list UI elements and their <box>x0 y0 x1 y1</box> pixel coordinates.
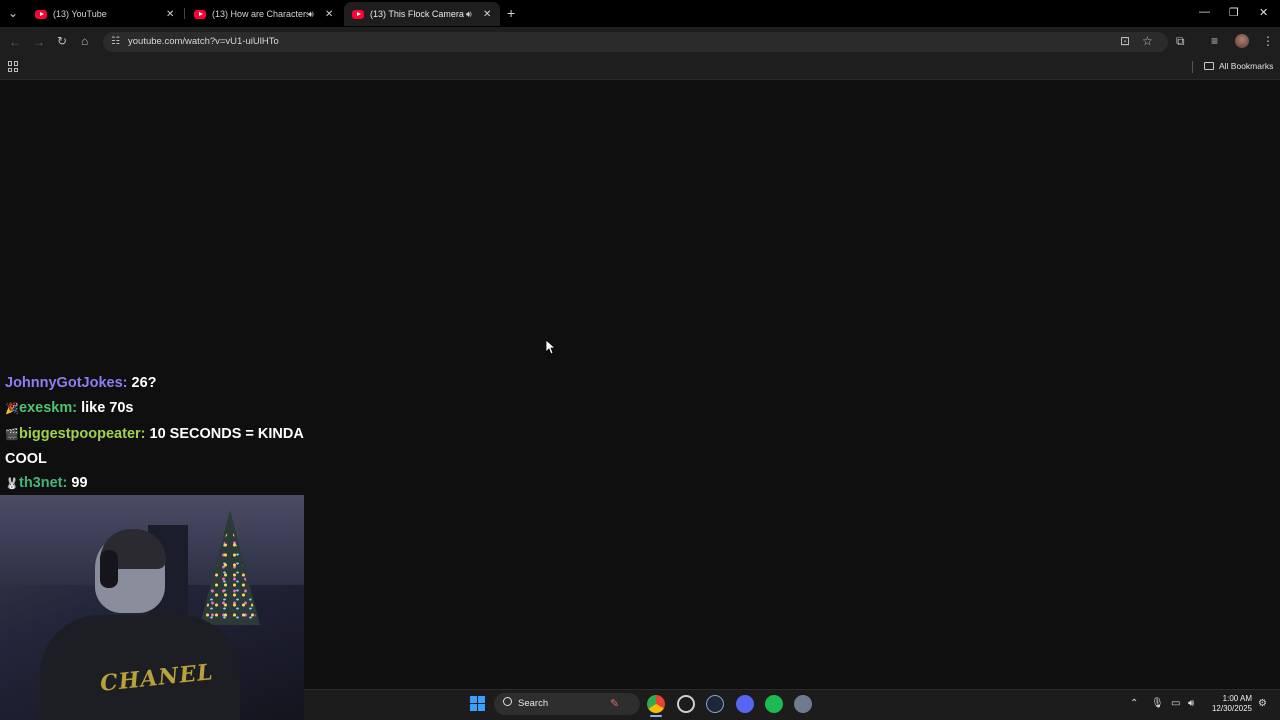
headset-icon <box>100 550 118 588</box>
search-highlight-icon: ✎ <box>610 698 620 710</box>
all-bookmarks-link[interactable]: All Bookmarks <box>1219 61 1273 71</box>
bunny-badge-icon: 🐰 <box>5 478 19 490</box>
snipping-tool-icon[interactable] <box>677 695 695 713</box>
youtube-icon <box>35 9 47 19</box>
minimize-icon[interactable]: — <box>1199 6 1210 18</box>
mouse-cursor-icon <box>546 340 556 355</box>
youtube-icon <box>352 9 364 19</box>
media-control-icon[interactable]: ≡ <box>1211 34 1218 48</box>
party-badge-icon: 🎉 <box>5 403 19 415</box>
close-tab-icon[interactable]: ✕ <box>483 9 491 20</box>
chat-username: th3net: <box>19 475 68 491</box>
tab-characters[interactable]: (13) How are Characters An 🔊︎ ✕ <box>186 2 342 26</box>
tab-divider <box>184 8 185 19</box>
chat-message: 🎉exeskm: like 70s <box>5 396 305 422</box>
install-app-icon[interactable]: ⊡ <box>1120 34 1130 48</box>
tab-youtube[interactable]: (13) YouTube ✕ <box>27 2 183 26</box>
tab-title: (13) YouTube <box>53 9 107 19</box>
speaker-icon[interactable]: 🔊︎ <box>466 9 472 20</box>
chrome-icon[interactable] <box>647 695 665 713</box>
discord-icon[interactable] <box>736 695 754 713</box>
menu-kebab-icon[interactable]: ⋮ <box>1262 34 1274 48</box>
bookmarks-bar <box>0 56 1280 80</box>
clock-time: 1:00 AM <box>1222 694 1252 703</box>
search-icon <box>503 697 512 706</box>
clapper-badge-icon: 🎬 <box>5 429 19 441</box>
chat-username: JohnnyGotJokes: <box>5 375 128 391</box>
back-icon[interactable]: ← <box>9 35 21 49</box>
network-icon[interactable]: ▭ <box>1171 698 1180 709</box>
bookmarks-divider <box>1192 61 1193 73</box>
volume-icon[interactable]: 🔊︎ <box>1188 698 1194 709</box>
close-tab-icon[interactable]: ✕ <box>166 9 174 20</box>
restore-icon[interactable]: ❐ <box>1229 6 1239 19</box>
home-icon[interactable]: ⌂ <box>81 34 88 48</box>
webcam-feed: CHANEL <box>0 495 304 720</box>
folder-icon <box>1204 62 1214 70</box>
close-window-icon[interactable]: ✕ <box>1259 6 1268 19</box>
active-app-indicator <box>650 715 662 717</box>
chat-username: biggestpoopeater: <box>19 426 146 442</box>
tab-title: (13) This Flock Camera Leak <box>370 9 466 19</box>
system-clock[interactable]: 1:00 AM 12/30/2025 <box>1206 694 1252 714</box>
settings-icon[interactable] <box>794 695 812 713</box>
profile-avatar[interactable] <box>1235 34 1249 48</box>
taskbar-search-label: Search <box>518 698 549 709</box>
site-info-icon[interactable]: ☷ <box>111 36 120 47</box>
tab-strip: ⌄ (13) YouTube ✕ (13) How are Characters… <box>0 0 1280 27</box>
chat-text: like 70s <box>81 400 134 416</box>
chat-message: 🎬biggestpoopeater: 10 SECONDS = KINDA CO… <box>5 422 305 471</box>
clock-date: 12/30/2025 <box>1211 704 1252 713</box>
apps-grid-icon[interactable] <box>8 61 19 72</box>
microphone-icon[interactable]: 🎙︎ <box>1151 698 1164 709</box>
bookmark-star-icon[interactable]: ☆ <box>1142 34 1153 48</box>
stream-chat: JohnnyGotJokes: 26? 🎉exeskm: like 70s 🎬b… <box>5 371 305 497</box>
chat-username: exeskm: <box>19 400 78 416</box>
reload-icon[interactable]: ↻ <box>57 34 67 48</box>
spotify-icon[interactable] <box>765 695 783 713</box>
tab-flock-camera[interactable]: (13) This Flock Camera Leak 🔊︎ ✕ <box>344 2 500 26</box>
close-tab-icon[interactable]: ✕ <box>325 9 333 20</box>
notification-icon[interactable]: ⚙︎ <box>1258 698 1267 709</box>
new-tab-button[interactable]: + <box>507 5 515 21</box>
steam-icon[interactable] <box>706 695 724 713</box>
forward-icon[interactable]: → <box>33 35 45 49</box>
show-hidden-icons-chevron-icon[interactable]: ⌃ <box>1130 698 1138 709</box>
tab-title: (13) How are Characters An <box>212 9 308 19</box>
chat-message: 🐰th3net: 99 <box>5 471 305 497</box>
windows-start-icon[interactable] <box>470 696 485 711</box>
url-text[interactable]: youtube.com/watch?v=vU1-uiUlHTo <box>128 36 279 47</box>
speaker-icon[interactable]: 🔊︎ <box>308 9 314 20</box>
youtube-icon <box>194 9 206 19</box>
chat-text: 99 <box>71 475 88 491</box>
tab-search-chevron-icon[interactable]: ⌄ <box>8 6 18 20</box>
chat-text: 26? <box>131 375 157 391</box>
extensions-icon[interactable]: ⧉ <box>1176 34 1185 49</box>
chat-message: JohnnyGotJokes: 26? <box>5 371 305 396</box>
